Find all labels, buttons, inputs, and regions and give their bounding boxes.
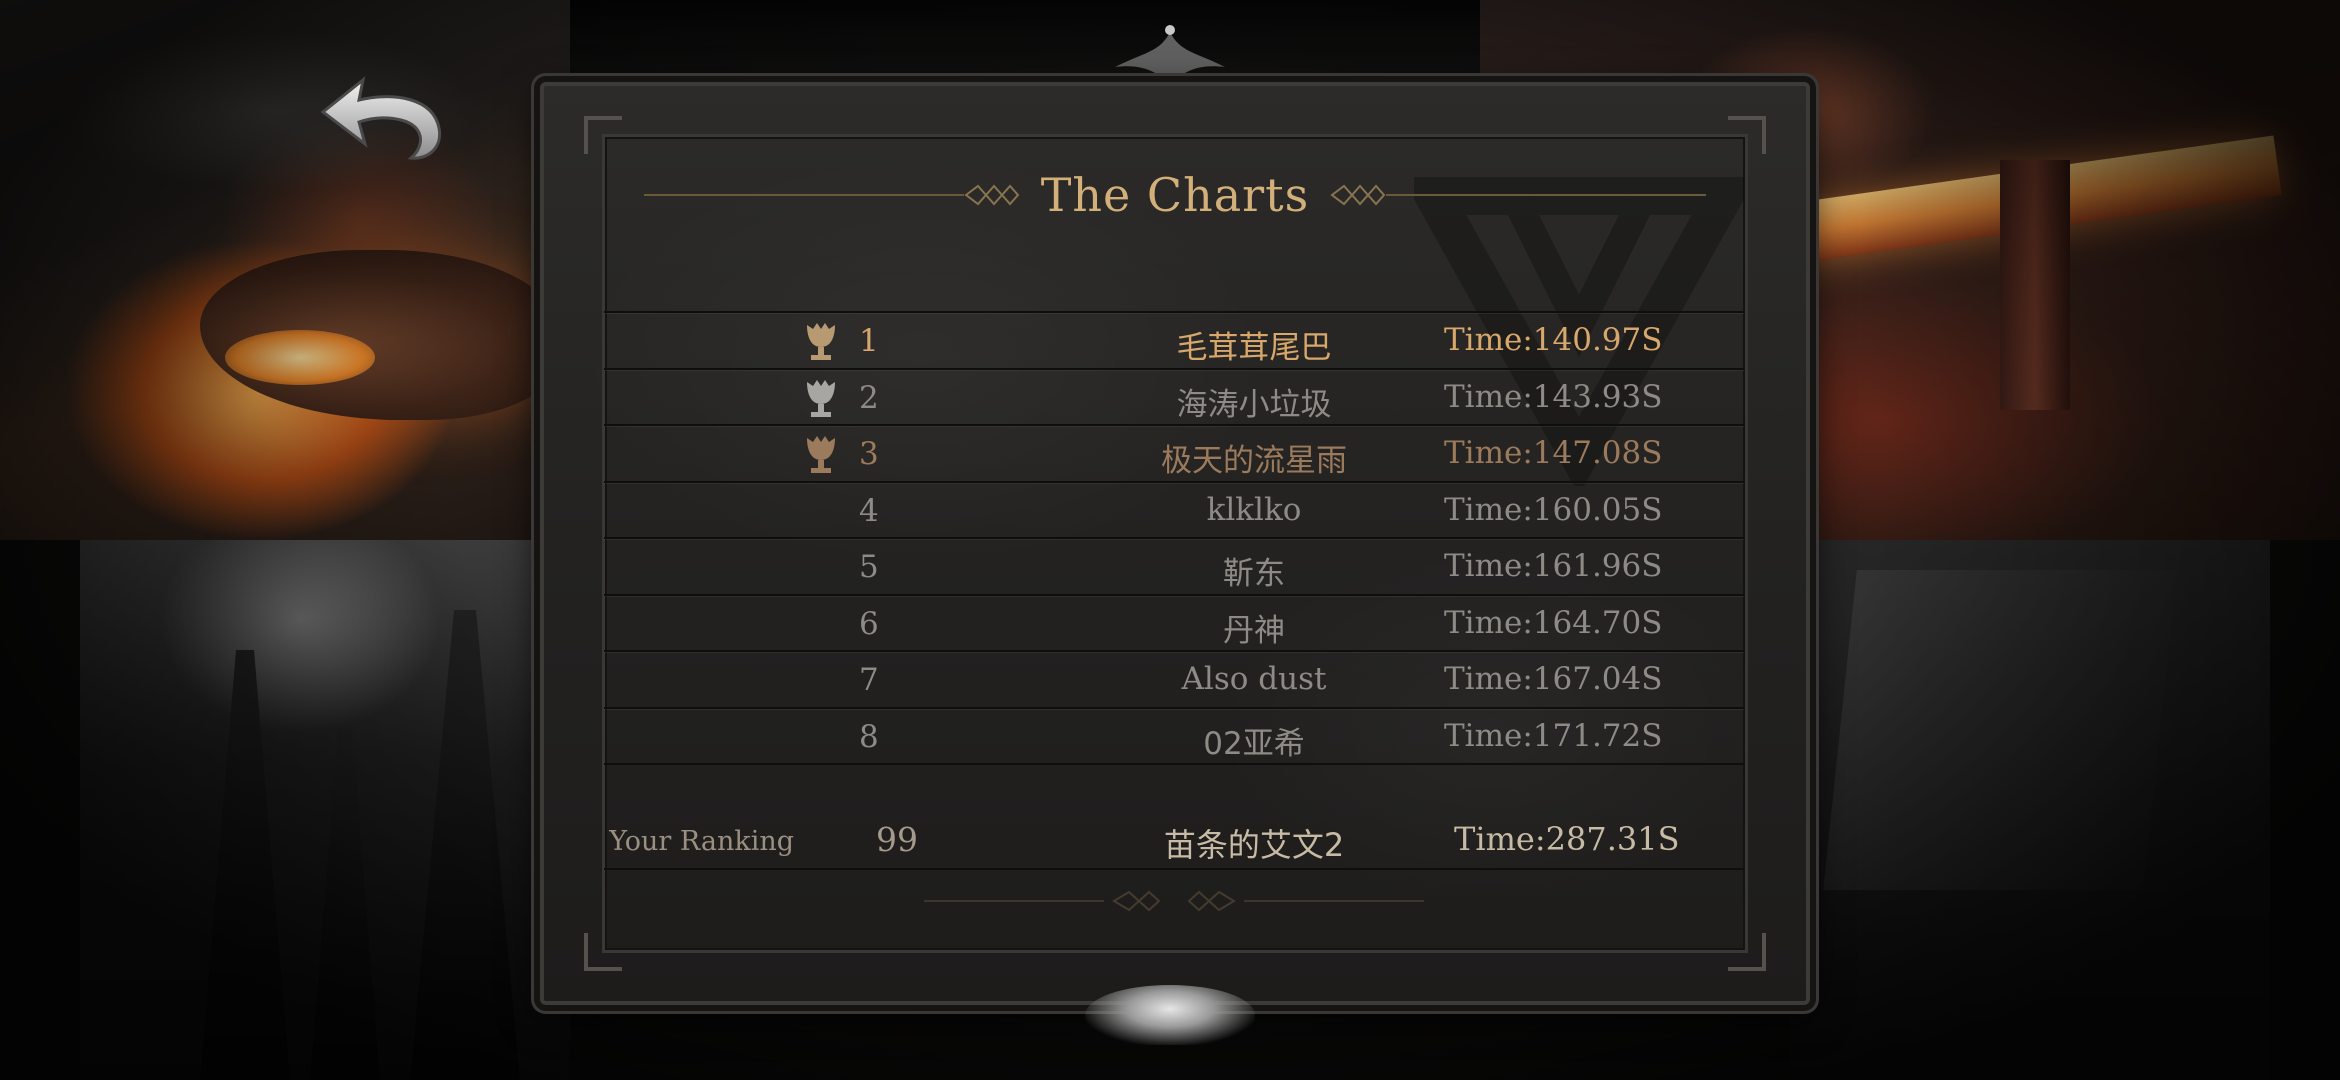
ranking-row: 1 毛茸茸尾巴 Time:140.97S — [604, 311, 1744, 368]
your-ranking-row: Your Ranking 99 苗条的艾文2 Time:287.31S — [604, 808, 1744, 870]
top-ornament-icon — [1115, 25, 1225, 84]
rank-number: 1 — [859, 323, 879, 359]
your-ranking-label: Your Ranking — [609, 826, 794, 857]
player-name: Also dust — [1181, 661, 1327, 697]
frame-corner — [584, 933, 622, 971]
frame-corner — [584, 116, 622, 154]
player-name: 靳东 — [1223, 556, 1285, 592]
bottom-flourish-icon — [924, 890, 1424, 912]
ranking-row: 5 靳东 Time:161.96S — [604, 537, 1744, 594]
rank-number: 8 — [859, 718, 879, 755]
player-time: Time:171.72S — [1444, 717, 1663, 754]
ranking-list: 1 毛茸茸尾巴 Time:140.97S 2 海涛小垃圾 Time:143.93… — [604, 311, 1744, 765]
ranking-row: 3 极天的流星雨 Time:147.08S — [604, 424, 1744, 481]
rank-number: 4 — [859, 492, 879, 529]
player-name: 02亚希 — [1203, 725, 1305, 762]
trophy-icon — [807, 436, 835, 473]
player-name: 毛茸茸尾巴 — [1176, 330, 1332, 366]
title-flourish-icon — [1330, 184, 1386, 206]
ranking-row: 6 丹神 Time:164.70S — [604, 593, 1744, 651]
player-name: klklko — [1206, 491, 1302, 528]
back-button[interactable] — [315, 70, 450, 165]
player-name: 海涛小垃圾 — [1176, 386, 1332, 423]
charts-panel: The Charts 1 毛茸茸尾巴 Time:140.97S 2 海涛小垃圾 … — [540, 82, 1810, 1005]
trophy-icon — [807, 323, 835, 360]
rank-number: 6 — [859, 605, 879, 642]
title-row: The Charts — [644, 166, 1706, 226]
your-player-name: 苗条的艾文2 — [1163, 826, 1345, 864]
rank-number: 5 — [859, 549, 879, 585]
trophy-icon — [807, 379, 835, 417]
frame-corner — [1728, 933, 1766, 971]
rank-number: 7 — [859, 662, 879, 698]
player-time: Time:164.70S — [1444, 604, 1663, 641]
title-divider-right — [1386, 194, 1706, 196]
your-player-time: Time:287.31S — [1454, 820, 1680, 858]
player-time: Time:160.05S — [1444, 491, 1663, 528]
background-art-volcano-beast — [0, 0, 570, 540]
player-time: Time:167.04S — [1444, 661, 1663, 697]
ranking-row: 4 klklko Time:160.05S — [604, 480, 1744, 538]
background-art-rock — [1790, 540, 2270, 1080]
frame-corner — [1728, 116, 1766, 154]
your-ranking-number: 99 — [876, 820, 918, 859]
player-time: Time:140.97S — [1444, 322, 1663, 358]
ranking-row: 8 02亚希 Time:171.72S — [604, 706, 1744, 765]
player-time: Time:161.96S — [1444, 548, 1663, 584]
player-name: 丹神 — [1223, 612, 1285, 649]
player-name: 极天的流星雨 — [1161, 443, 1347, 479]
player-time: Time:143.93S — [1444, 378, 1663, 415]
ranking-row: 7 Also dust Time:167.04S — [604, 650, 1744, 707]
background-art-spires — [80, 540, 570, 1080]
back-arrow-icon — [320, 76, 442, 160]
rank-number: 3 — [859, 436, 879, 472]
rank-number: 2 — [859, 379, 879, 416]
background-art-top-center — [570, 0, 1480, 90]
player-time: Time:147.08S — [1444, 435, 1663, 471]
bottom-ornament — [1085, 985, 1255, 1045]
ranking-row: 2 海涛小垃圾 Time:143.93S — [604, 367, 1744, 425]
